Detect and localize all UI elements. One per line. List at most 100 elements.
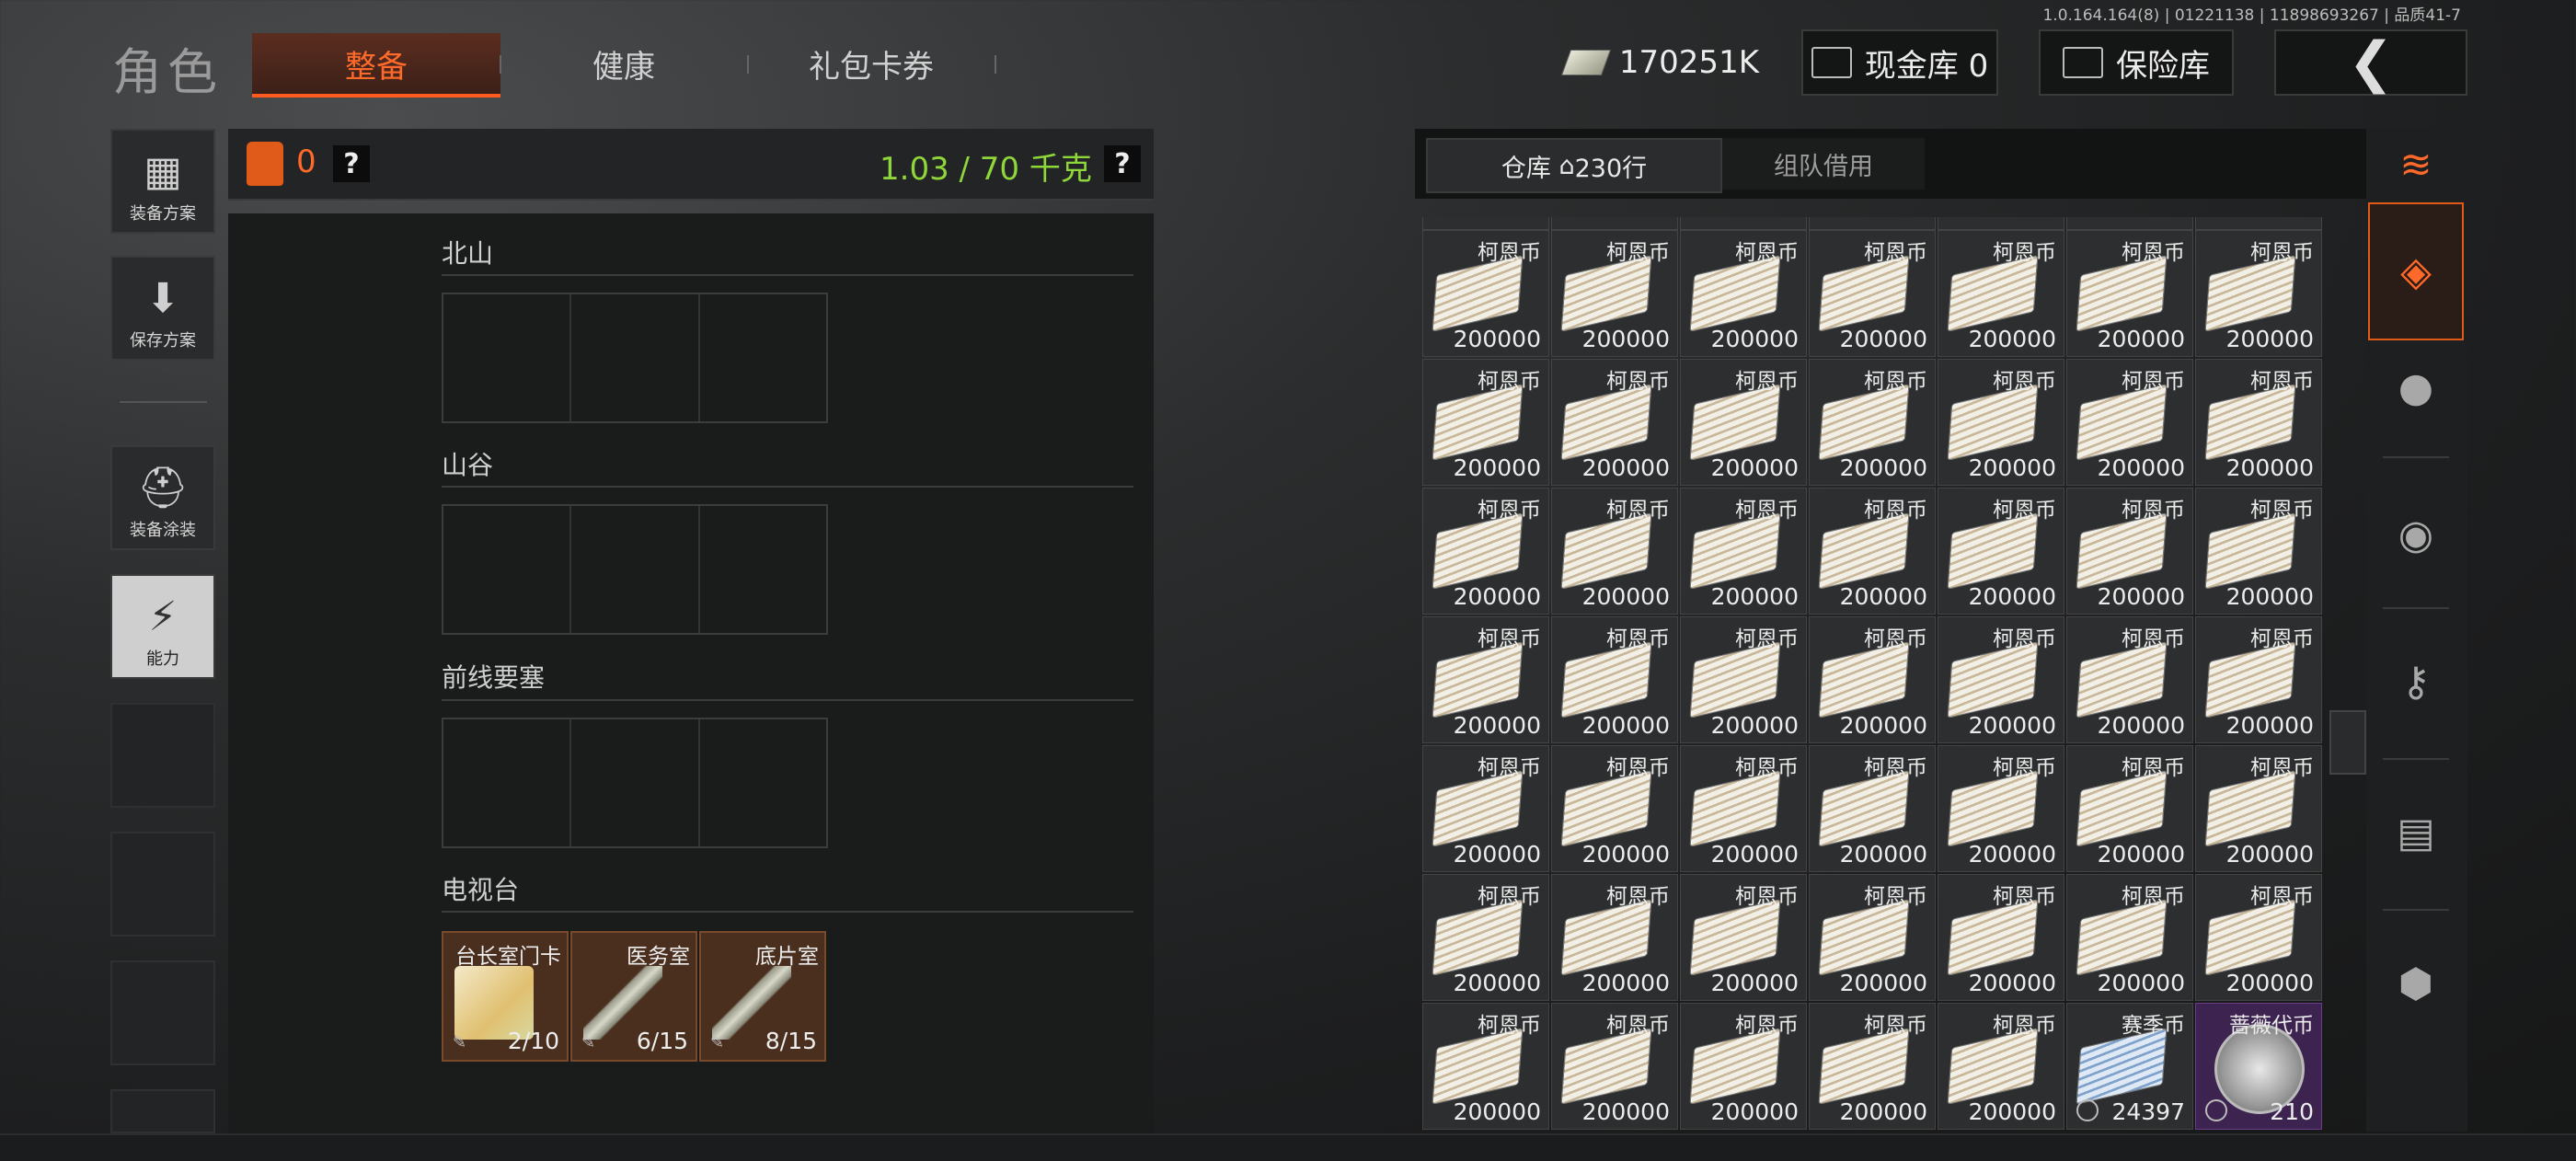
key-slot[interactable] xyxy=(443,719,572,846)
grid-cell-partial[interactable] xyxy=(1422,217,1549,230)
key-slot[interactable] xyxy=(443,294,572,421)
category-parts-icon[interactable]: ◉ xyxy=(2368,466,2464,603)
grid-cell-partial[interactable] xyxy=(1938,217,2064,230)
grid-cell[interactable]: 柯恩币 200000 xyxy=(2066,230,2193,357)
scrollbar-thumb[interactable] xyxy=(2329,710,2366,775)
help-icon[interactable]: ? xyxy=(333,145,370,182)
safe-button[interactable]: 保险库 xyxy=(2039,29,2234,96)
grid-cell[interactable]: 蔷薇代币 210 xyxy=(2195,1003,2322,1130)
grid-cell-partial[interactable] xyxy=(1680,217,1807,230)
tab-team-borrow[interactable]: 组队借用 xyxy=(1722,138,1925,190)
ability-button[interactable]: ⚡ 能力 xyxy=(110,574,215,679)
grid-cell[interactable]: 柯恩币 200000 xyxy=(1551,745,1678,872)
grid-cell[interactable]: 柯恩币 200000 xyxy=(1680,874,1807,1001)
grid-cell[interactable]: 柯恩币 200000 xyxy=(1551,1003,1678,1130)
item-name: 柯恩币 xyxy=(1864,370,1927,394)
grid-cell[interactable]: 柯恩币 200000 xyxy=(1809,874,1936,1001)
koen-money-icon xyxy=(1947,512,2039,590)
grid-cell[interactable]: 柯恩币 200000 xyxy=(2195,745,2322,872)
grid-cell[interactable]: 柯恩币 200000 xyxy=(1422,616,1549,743)
grid-cell[interactable]: 柯恩币 200000 xyxy=(1422,1003,1549,1130)
grid-cell[interactable]: 柯恩币 200000 xyxy=(1422,359,1549,486)
grid-cell[interactable]: 柯恩币 200000 xyxy=(1938,745,2064,872)
grid-cell[interactable]: 柯恩币 200000 xyxy=(2195,230,2322,357)
grid-cell[interactable]: 赛季币 24397 xyxy=(2066,1003,2193,1130)
key-slot[interactable] xyxy=(700,294,826,421)
key-item-infirmary[interactable]: 医务室 ✎ 6/15 xyxy=(570,931,697,1062)
grid-cell[interactable]: 柯恩币 200000 xyxy=(2195,488,2322,615)
tab-gift-cards[interactable]: 礼包卡券 xyxy=(750,33,993,94)
grid-cell[interactable]: 柯恩币 200000 xyxy=(1551,874,1678,1001)
grid-cell[interactable]: 柯恩币 200000 xyxy=(1680,616,1807,743)
category-cash-icon[interactable]: ▤ xyxy=(2368,764,2464,902)
key-slots-fortress xyxy=(442,718,828,848)
grid-cell[interactable]: 柯恩币 200000 xyxy=(1938,874,2064,1001)
grid-cell[interactable]: 柯恩币 200000 xyxy=(1422,488,1549,615)
item-count: 24397 xyxy=(2111,1098,2185,1125)
grid-cell[interactable]: 柯恩币 200000 xyxy=(1551,230,1678,357)
back-button[interactable]: ❮ xyxy=(2274,29,2467,96)
grid-cell[interactable]: 柯恩币 200000 xyxy=(1551,488,1678,615)
key-item-director-card[interactable]: 台长室门卡 ✎ 2/10 xyxy=(442,931,569,1062)
weight-help-icon[interactable]: ? xyxy=(1104,145,1141,182)
grid-cell[interactable]: 柯恩币 200000 xyxy=(1422,874,1549,1001)
grid-cell-partial[interactable] xyxy=(1809,217,1936,230)
grid-cell[interactable]: 柯恩币 200000 xyxy=(1809,488,1936,615)
save-plan-button[interactable]: ⬇ 保存方案 xyxy=(110,256,215,361)
warehouse-scrollbar[interactable] xyxy=(2328,217,2364,1132)
key-slot[interactable] xyxy=(700,506,826,633)
item-count: 200000 xyxy=(2225,970,2314,996)
grid-cell-partial[interactable] xyxy=(2066,217,2193,230)
grid-cell[interactable]: 柯恩币 200000 xyxy=(1809,230,1936,357)
grid-cell[interactable]: 柯恩币 200000 xyxy=(1809,359,1936,486)
grid-cell[interactable]: 柯恩币 200000 xyxy=(1680,230,1807,357)
loadout-plans-button[interactable]: ▦ 装备方案 xyxy=(110,129,215,234)
tab-health[interactable]: 健康 xyxy=(502,33,745,94)
grid-cell[interactable]: 柯恩币 200000 xyxy=(1938,230,2064,357)
sort-refresh-icon[interactable]: ≋ xyxy=(2368,129,2464,199)
item-count: 200000 xyxy=(2225,454,2314,481)
koen-money-icon xyxy=(2204,770,2296,847)
grid-cell[interactable]: 柯恩币 200000 xyxy=(1680,359,1807,486)
grid-cell[interactable]: 柯恩币 200000 xyxy=(1938,488,2064,615)
grid-cell[interactable]: 柯恩币 200000 xyxy=(1938,616,2064,743)
category-key-icon[interactable]: ⚷ xyxy=(2368,613,2464,751)
grid-cell[interactable]: 柯恩币 200000 xyxy=(1809,1003,1936,1130)
category-box-icon[interactable]: ⬢ xyxy=(2368,914,2464,1052)
grid-cell-partial[interactable] xyxy=(1551,217,1678,230)
grid-cell[interactable]: 柯恩币 200000 xyxy=(1422,230,1549,357)
key-item-film-room[interactable]: 底片室 ✎ 8/15 xyxy=(699,931,826,1062)
grid-cell[interactable]: 柯恩币 200000 xyxy=(2066,359,2193,486)
cash-amount: 170251K xyxy=(1618,44,1759,81)
cash-icon xyxy=(1560,50,1612,75)
grid-cell[interactable]: 柯恩币 200000 xyxy=(2066,745,2193,872)
key-slot[interactable] xyxy=(443,506,572,633)
grid-cell[interactable]: 柯恩币 200000 xyxy=(1422,745,1549,872)
key-slot[interactable] xyxy=(700,719,826,846)
grid-cell-partial[interactable] xyxy=(2195,217,2322,230)
grid-cell[interactable]: 柯恩币 200000 xyxy=(1809,616,1936,743)
home-icon: ⌂ xyxy=(1558,151,1575,180)
key-slot[interactable] xyxy=(571,719,700,846)
grid-cell[interactable]: 柯恩币 200000 xyxy=(1680,488,1807,615)
grid-cell[interactable]: 柯恩币 200000 xyxy=(2066,874,2193,1001)
tab-loadout[interactable]: 整备 xyxy=(252,33,500,98)
grid-cell[interactable]: 柯恩币 200000 xyxy=(2195,874,2322,1001)
grid-cell[interactable]: 柯恩币 200000 xyxy=(1938,359,2064,486)
cash-vault-button[interactable]: 现金库 0 xyxy=(1801,29,1998,96)
grid-cell[interactable]: 柯恩币 200000 xyxy=(1551,616,1678,743)
key-slot[interactable] xyxy=(571,506,700,633)
grid-cell[interactable]: 柯恩币 200000 xyxy=(1809,745,1936,872)
tab-warehouse[interactable]: 仓库 ⌂ 230行 xyxy=(1426,138,1722,193)
category-grenade-icon[interactable]: ● xyxy=(2368,318,2464,456)
grid-cell[interactable]: 柯恩币 200000 xyxy=(1680,1003,1807,1130)
grid-cell[interactable]: 柯恩币 200000 xyxy=(2195,616,2322,743)
grid-cell[interactable]: 柯恩币 200000 xyxy=(2066,488,2193,615)
equipment-skin-button[interactable]: ⛑ 装备涂装 xyxy=(110,445,215,550)
key-slot[interactable] xyxy=(571,294,700,421)
grid-cell[interactable]: 柯恩币 200000 xyxy=(2066,616,2193,743)
grid-cell[interactable]: 柯恩币 200000 xyxy=(1551,359,1678,486)
grid-cell[interactable]: 柯恩币 200000 xyxy=(2195,359,2322,486)
grid-cell[interactable]: 柯恩币 200000 xyxy=(1938,1003,2064,1130)
grid-cell[interactable]: 柯恩币 200000 xyxy=(1680,745,1807,872)
